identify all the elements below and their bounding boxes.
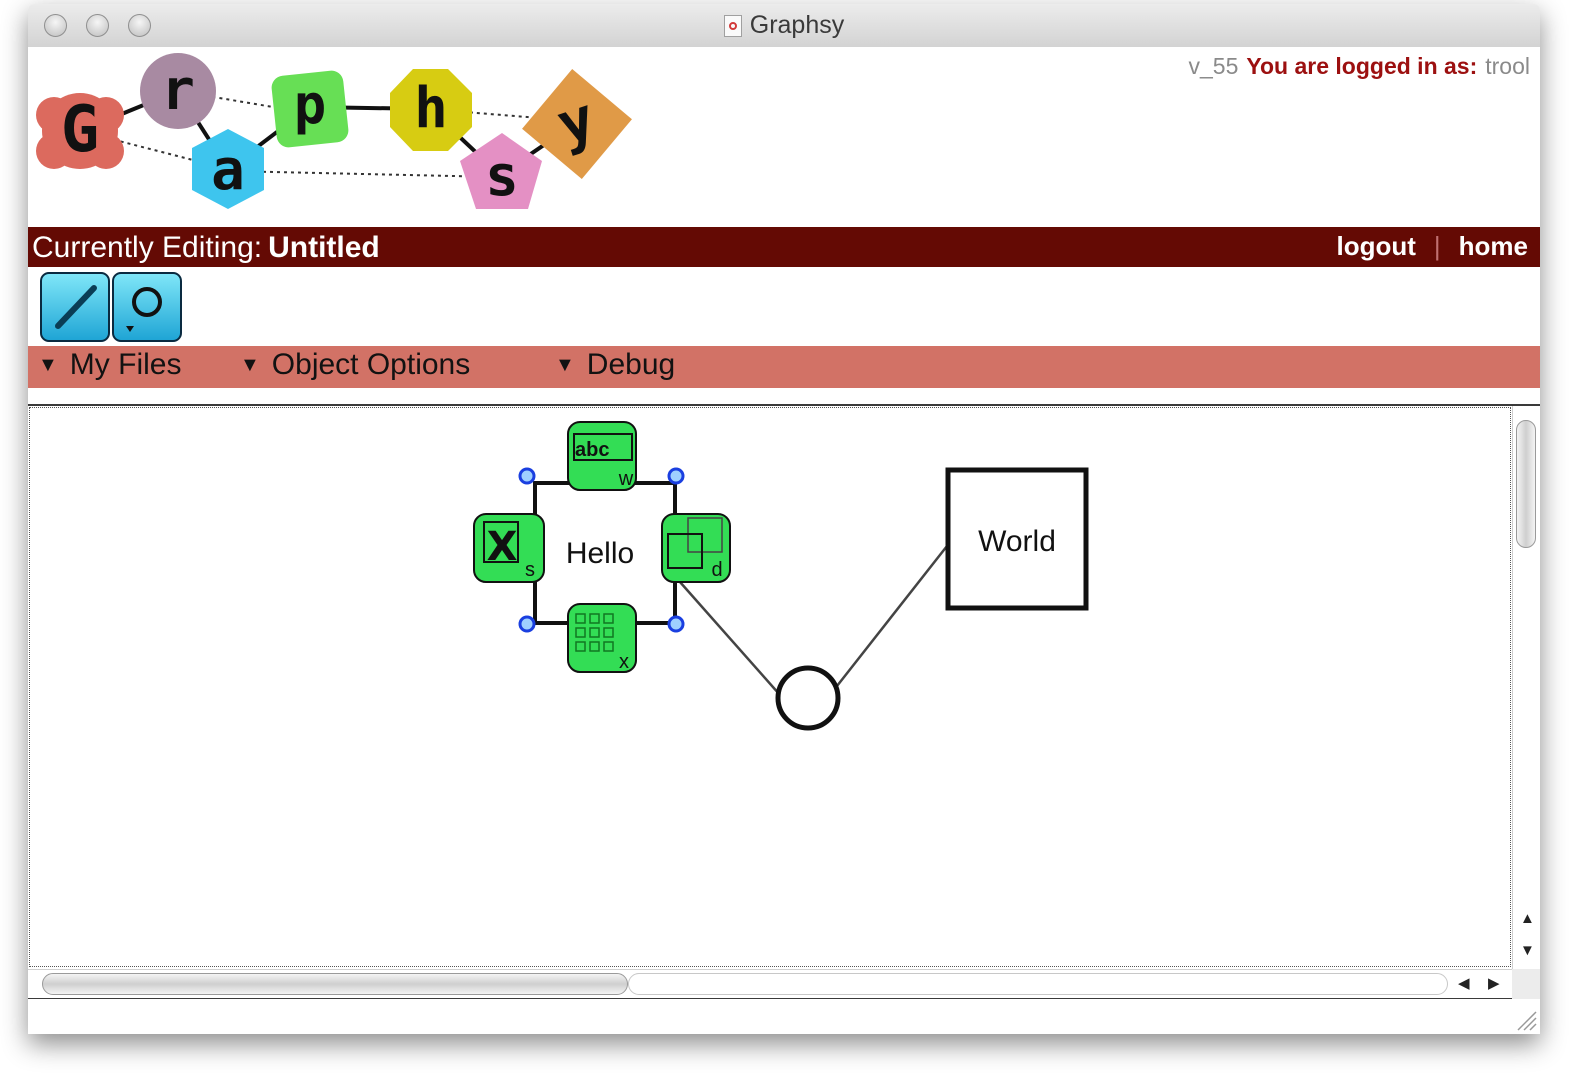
menu-debug[interactable]: ▼ Debug [555, 348, 675, 382]
status-bar [28, 999, 1540, 1034]
circle-icon [126, 287, 162, 332]
scroll-down-arrow-icon[interactable]: ▼ [1520, 942, 1535, 959]
logo-letter-h: h [390, 69, 472, 151]
version-label: v_55 [1188, 53, 1239, 79]
scroll-up-arrow-icon[interactable]: ▲ [1520, 910, 1535, 927]
username: trool [1485, 53, 1530, 79]
horizontal-scroll-track[interactable] [628, 973, 1448, 995]
edge-hello-circle[interactable] [679, 581, 781, 696]
world-node-label[interactable]: World [978, 525, 1056, 558]
svg-text:r: r [161, 58, 195, 123]
menu-my-files-label: My Files [69, 348, 182, 381]
menu-bar: ▼ My Files ▼ Object Options ▼ Debug [28, 346, 1540, 388]
duplicate-key: d [711, 559, 722, 581]
nav-separator: | [1433, 231, 1441, 261]
text-edit-key: w [618, 468, 634, 490]
currently-editing-label: Currently Editing: [32, 231, 263, 264]
duplicate-handle[interactable]: d [661, 513, 731, 583]
horizontal-scroll-thumb[interactable] [42, 973, 628, 995]
canvas-area[interactable]: Hello abc w X s d x World [29, 407, 1511, 967]
delete-handle[interactable]: X s [473, 513, 545, 583]
svg-text:G: G [61, 93, 100, 167]
resize-handle-top-left[interactable] [518, 467, 536, 485]
grid-handle[interactable]: x [567, 603, 637, 673]
menu-object-options-label: Object Options [271, 348, 471, 381]
svg-text:h: h [414, 76, 448, 141]
horizontal-scrollbar[interactable]: ◀ ▶ [28, 969, 1512, 1000]
resize-handle-bottom-right[interactable] [667, 615, 685, 633]
triangle-down-icon: ▼ [240, 354, 260, 376]
edge-circle-world[interactable] [836, 545, 948, 687]
scroll-left-arrow-icon[interactable]: ◀ [1458, 974, 1470, 992]
scroll-right-arrow-icon[interactable]: ▶ [1488, 974, 1500, 992]
circle-tool-button[interactable] [112, 272, 182, 342]
logged-in-label: You are logged in as: [1246, 53, 1478, 79]
window-title: Graphsy [749, 11, 845, 39]
logo-letter-s: s [460, 133, 542, 209]
graphsy-logo[interactable]: G r a p h s y [28, 47, 648, 227]
home-link[interactable]: home [1459, 231, 1528, 261]
menu-debug-label: Debug [586, 348, 676, 381]
resize-handle-bottom-left[interactable] [518, 615, 536, 633]
scroll-corner [1512, 969, 1540, 999]
resize-handle-top-right[interactable] [667, 467, 685, 485]
delete-handle-label: X [487, 524, 518, 570]
site-header: G r a p h s y v_55 You are logged in as:… [28, 47, 1540, 227]
top-nav: logout | home [1336, 231, 1528, 262]
editing-bar: Currently Editing: Untitled logout | home [28, 227, 1540, 267]
hello-node-label[interactable]: Hello [566, 537, 634, 570]
document-icon [723, 14, 742, 37]
window-title-area: Graphsy [28, 4, 1540, 47]
graph-svg[interactable]: Hello abc w X s d x World [30, 408, 1510, 966]
title-bar: Graphsy [28, 4, 1540, 48]
currently-editing: Currently Editing: Untitled [32, 231, 380, 265]
triangle-down-icon: ▼ [38, 354, 58, 376]
svg-text:s: s [485, 144, 519, 209]
resize-grip-icon[interactable] [1514, 1008, 1538, 1032]
vertical-scroll-thumb[interactable] [1516, 420, 1536, 548]
logo-letter-p: p [271, 70, 349, 148]
drawing-canvas[interactable]: Hello abc w X s d x World ▲ ▼ ◀ ▶ [28, 404, 1540, 1001]
logo-letter-a: a [192, 129, 264, 209]
app-window: Graphsy G r a p h s y v_55 You are logge… [28, 4, 1540, 1034]
menu-object-options[interactable]: ▼ Object Options [240, 348, 470, 382]
grid-key: x [619, 651, 629, 673]
vertical-scrollbar[interactable]: ▲ ▼ [1512, 406, 1540, 969]
svg-text:a: a [211, 138, 245, 203]
line-icon [55, 285, 97, 329]
text-edit-handle-label: abc [575, 439, 609, 461]
triangle-down-icon: ▼ [555, 354, 575, 376]
menu-my-files[interactable]: ▼ My Files [38, 348, 181, 382]
circle-node[interactable] [775, 665, 841, 731]
delete-key: s [525, 559, 535, 581]
line-tool-button[interactable] [40, 272, 110, 342]
logout-link[interactable]: logout [1336, 231, 1415, 261]
logo-letter-g: G [36, 93, 124, 169]
login-status: v_55 You are logged in as: trool [1188, 53, 1530, 80]
document-name[interactable]: Untitled [268, 231, 380, 264]
svg-text:p: p [294, 73, 327, 136]
text-edit-handle[interactable]: abc w [567, 421, 637, 491]
logo-letter-r: r [140, 53, 216, 129]
